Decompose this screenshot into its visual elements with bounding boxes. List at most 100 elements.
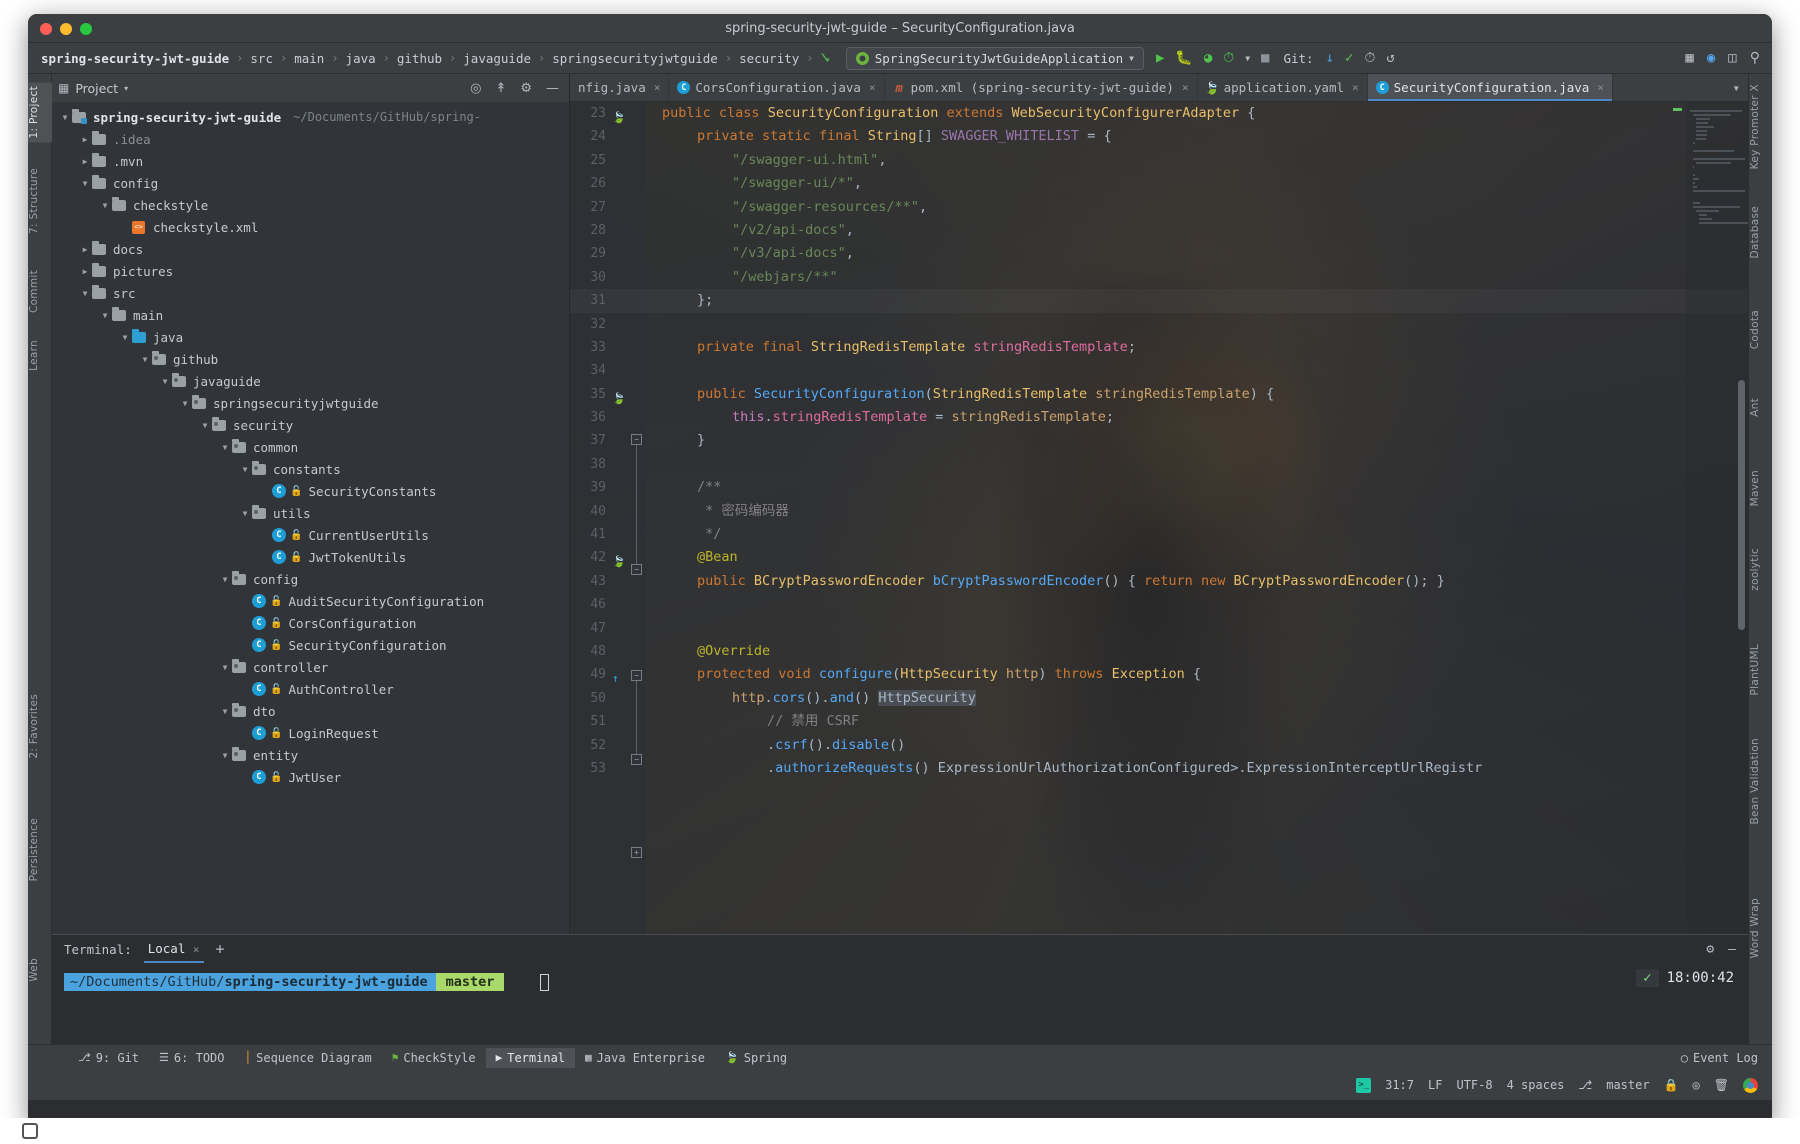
tree-node-java[interactable]: ▼ java: [52, 326, 569, 348]
code-line[interactable]: 52 .csrf().disable(): [570, 734, 1748, 757]
tree-node-github[interactable]: ▼ github: [52, 348, 569, 370]
chevron-down-icon[interactable]: ▼: [98, 201, 112, 210]
breadcrumb-item-javaguide[interactable]: javaguide: [456, 49, 538, 68]
tree-node-controller[interactable]: ▼ controller: [52, 656, 569, 678]
chevron-down-icon[interactable]: ▼: [78, 289, 92, 298]
chevron-down-icon[interactable]: ▾: [1732, 80, 1740, 95]
code-line[interactable]: 32: [570, 313, 1748, 336]
code-line[interactable]: 50 http.cors().and() HttpSecurity: [570, 687, 1748, 710]
code-line[interactable]: 31};: [570, 289, 1748, 312]
chevron-down-icon[interactable]: ▼: [118, 333, 132, 342]
tree-node-authcontroller[interactable]: C 🔓 AuthController: [52, 678, 569, 700]
sidebar-item-commit[interactable]: Commit: [28, 266, 52, 317]
event-log-button[interactable]: ○ Event Log: [1681, 1051, 1772, 1065]
sidebar-item-maven[interactable]: Maven: [1749, 466, 1772, 510]
file-encoding[interactable]: UTF-8: [1456, 1078, 1492, 1092]
line-separator[interactable]: LF: [1428, 1078, 1442, 1092]
chevron-down-icon[interactable]: ▼: [238, 465, 252, 474]
editor-vertical-scrollbar[interactable]: [1738, 380, 1745, 630]
sidebar-item-favorites[interactable]: 2: Favorites: [28, 690, 52, 763]
sidebar-item-project[interactable]: 1: Project: [28, 82, 52, 143]
sidebar-item-web[interactable]: Web: [28, 954, 52, 986]
sidebar-item-plantuml[interactable]: PlantUML: [1749, 640, 1772, 699]
fold-end-icon[interactable]: −: [631, 754, 642, 765]
git-commit-icon[interactable]: ✓: [1345, 51, 1353, 65]
breadcrumb-item-github[interactable]: github: [390, 49, 449, 68]
lock-icon[interactable]: 🔒: [1664, 1078, 1679, 1092]
close-tab-icon[interactable]: ×: [654, 81, 661, 94]
breadcrumb-item-security[interactable]: security: [732, 49, 806, 68]
tree-node-securityconfiguration[interactable]: C 🔓 SecurityConfiguration: [52, 634, 569, 656]
code-line[interactable]: 23 🍃 public class SecurityConfiguration ex…: [570, 102, 1748, 125]
code-line[interactable]: 48 @Override: [570, 640, 1748, 663]
git-update-icon[interactable]: ↓: [1326, 51, 1334, 65]
tree-node--mvn[interactable]: ▶ .mvn: [52, 150, 569, 172]
breadcrumb-item-java[interactable]: java: [339, 49, 383, 68]
tree-node-docs[interactable]: ▶ docs: [52, 238, 569, 260]
run-button[interactable]: ▶: [1156, 51, 1164, 65]
editor-tab-corsconfiguration-java[interactable]: C CorsConfiguration.java ×: [669, 74, 885, 101]
tree-node-jwtuser[interactable]: C 🔓 JwtUser: [52, 766, 569, 788]
code-line[interactable]: 33 private final StringRedisTemplate stri…: [570, 336, 1748, 359]
fold-expand-icon[interactable]: +: [631, 847, 642, 858]
tree-node-javaguide[interactable]: ▼ javaguide: [52, 370, 569, 392]
project-tree[interactable]: ▼ spring-security-jwt-guide ~/Documents/Gi…: [52, 102, 569, 788]
code-line[interactable]: 38: [570, 453, 1748, 476]
chevron-down-icon[interactable]: ▼: [218, 707, 232, 716]
tree-node-common[interactable]: ▼ common: [52, 436, 569, 458]
chrome-icon[interactable]: [1743, 1077, 1758, 1093]
bottom-tab-java-enterprise[interactable]: ▦ Java Enterprise: [575, 1048, 715, 1068]
code-line[interactable]: 28 "/v2/api-docs",: [570, 219, 1748, 242]
code-line[interactable]: 37}: [570, 429, 1748, 452]
code-line[interactable]: 25 "/swagger-ui.html",: [570, 149, 1748, 172]
chevron-down-icon[interactable]: ▼: [218, 575, 232, 584]
indent-setting[interactable]: 4 spaces: [1507, 1078, 1565, 1092]
fold-end-icon[interactable]: −: [631, 564, 642, 575]
bottom-tab-spring[interactable]: 🍃 Spring: [715, 1048, 797, 1068]
bottom-tab-6-todo[interactable]: ☰ 6: TODO: [149, 1048, 234, 1068]
stop-button[interactable]: ■: [1261, 51, 1269, 65]
breadcrumb-item-spring-security-jwt-guide[interactable]: spring-security-jwt-guide: [34, 49, 236, 68]
chevron-down-icon[interactable]: ▼: [218, 663, 232, 672]
editor-tab-pom-xml-spring-security-jwt-guide-[interactable]: m pom.xml (spring-security-jwt-guide) ×: [885, 74, 1198, 101]
close-tab-icon[interactable]: ×: [1182, 81, 1189, 94]
layout-icon[interactable]: ◫: [1728, 51, 1736, 65]
code-line[interactable]: 47: [570, 617, 1748, 640]
sidebar-item-word-wrap[interactable]: Word Wrap: [1749, 894, 1772, 962]
tree-node-constants[interactable]: ▼ constants: [52, 458, 569, 480]
code-line[interactable]: 40 * 密码编码器: [570, 500, 1748, 523]
run-configuration-selector[interactable]: SpringSecurityJwtGuideApplication ▼: [845, 46, 1144, 70]
close-tab-icon[interactable]: ×: [1352, 81, 1359, 94]
close-icon[interactable]: ×: [193, 943, 200, 956]
tree-node-spring-security-jwt-guide[interactable]: ▼ spring-security-jwt-guide ~/Documents/Gi…: [52, 106, 569, 128]
search-icon[interactable]: ⚲: [1750, 51, 1760, 65]
tree-node-pictures[interactable]: ▶ pictures: [52, 260, 569, 282]
chevron-right-icon[interactable]: ▶: [78, 135, 92, 144]
locate-icon[interactable]: ◎: [466, 81, 485, 96]
sidebar-item-zoolytic[interactable]: zoolytic: [1749, 544, 1772, 595]
terminal-tab-local[interactable]: Local ×: [144, 935, 204, 963]
close-tab-icon[interactable]: ×: [869, 81, 876, 94]
tree-node-corsconfiguration[interactable]: C 🔓 CorsConfiguration: [52, 612, 569, 634]
debug-button[interactable]: 🐛: [1175, 51, 1192, 65]
code-line[interactable]: 26 "/swagger-ui/*",: [570, 172, 1748, 195]
tree-node-checkstyle[interactable]: ▼ checkstyle: [52, 194, 569, 216]
sidebar-item-key-promoter[interactable]: Key Promoter X: [1749, 80, 1772, 173]
tree-node-securityconstants[interactable]: C 🔓 SecurityConstants: [52, 480, 569, 502]
breadcrumb-item-springsecurityjwtguide[interactable]: springsecurityjwtguide: [545, 49, 725, 68]
sidebar-item-ant[interactable]: Ant: [1749, 394, 1772, 421]
tree-node-currentuserutils[interactable]: C 🔓 CurrentUserUtils: [52, 524, 569, 546]
chevron-right-icon[interactable]: ▶: [78, 245, 92, 254]
git-rollback-icon[interactable]: ↺: [1386, 51, 1394, 65]
code-line[interactable]: 36 this.stringRedisTemplate = stringRedis…: [570, 406, 1748, 429]
tree-node-config[interactable]: ▼ config: [52, 568, 569, 590]
chevron-right-icon[interactable]: ▶: [78, 157, 92, 166]
code-line[interactable]: 51 // 禁用 CSRF: [570, 710, 1748, 733]
sidebar-item-database[interactable]: Database: [1749, 202, 1772, 263]
run-with-coverage-button[interactable]: ◕: [1204, 51, 1212, 65]
sidebar-item-persistence[interactable]: Persistence: [28, 814, 52, 885]
hide-panel-icon[interactable]: —: [542, 81, 563, 96]
code-line[interactable]: 30 "/webjars/**": [570, 266, 1748, 289]
code-line[interactable]: 42 🍃 @Bean: [570, 546, 1748, 569]
minimize-window-button[interactable]: [60, 23, 72, 35]
